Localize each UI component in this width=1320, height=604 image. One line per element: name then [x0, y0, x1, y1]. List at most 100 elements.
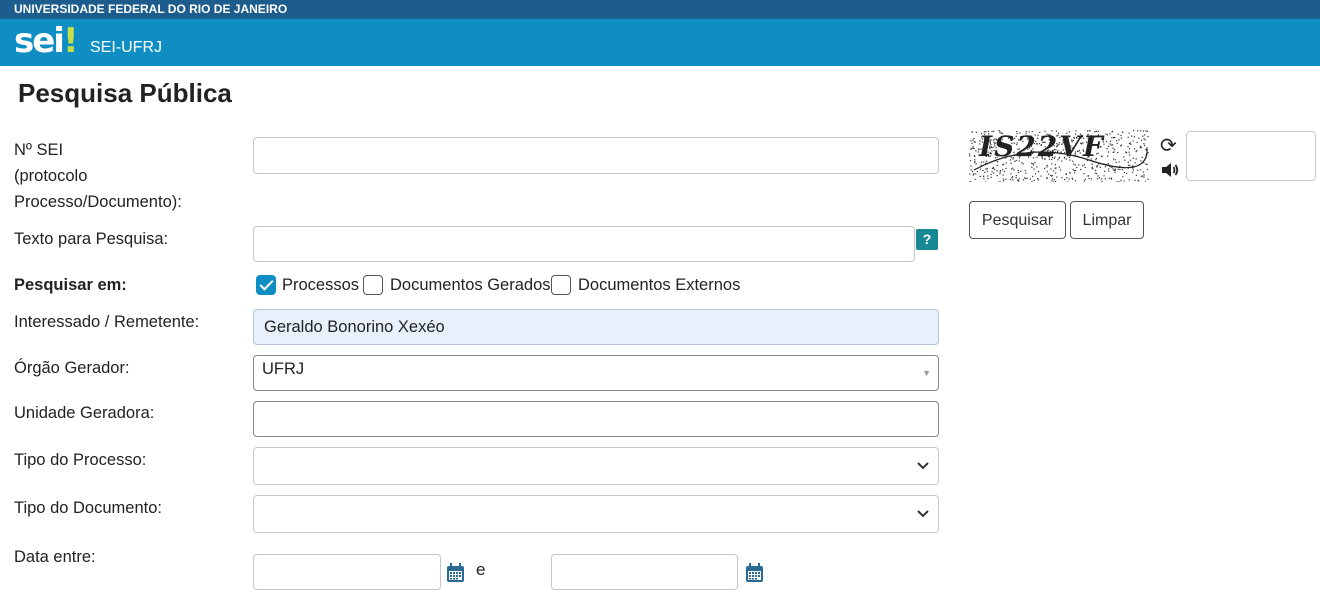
captcha-noise-dot [1146, 130, 1148, 132]
captcha-noise-dot [1129, 159, 1132, 161]
captcha-noise-dot [972, 147, 974, 149]
captcha-noise-dot [1087, 175, 1089, 177]
captcha-noise-dot [1040, 175, 1042, 177]
nsei-input[interactable] [253, 137, 939, 174]
captcha-noise-dot [1137, 179, 1139, 181]
captcha-noise-dot [1134, 162, 1136, 164]
captcha-input[interactable] [1186, 131, 1316, 181]
captcha-noise-dot [1112, 147, 1114, 149]
checkbox-documentos-gerados-label[interactable]: Documentos Gerados [390, 275, 551, 295]
captcha-noise-dot [999, 171, 1001, 173]
captcha-noise-dot [1053, 179, 1055, 181]
help-icon[interactable]: ? [916, 229, 938, 250]
captcha-noise-dot [1073, 163, 1075, 165]
captcha-noise-dot [1127, 161, 1129, 163]
checkbox-documentos-gerados[interactable] [363, 275, 383, 295]
captcha-noise-dot [979, 168, 982, 170]
captcha-noise-dot [1147, 178, 1149, 180]
captcha-noise-dot [1069, 171, 1071, 174]
captcha-noise-dot [1051, 175, 1054, 177]
captcha-noise-dot [1033, 179, 1035, 181]
captcha-noise-dot [987, 175, 989, 177]
tipo-processo-select[interactable] [253, 447, 939, 485]
tipo-documento-label: Tipo do Documento: [14, 499, 162, 517]
date-connector: e [476, 560, 486, 579]
captcha-noise-dot [1105, 133, 1107, 135]
captcha-noise-dot [1144, 181, 1147, 182]
captcha-noise-dot [1012, 179, 1014, 181]
captcha-noise-dot [1123, 180, 1125, 182]
tipo-documento-select[interactable] [253, 495, 939, 533]
captcha-noise-dot [1083, 180, 1085, 182]
captcha-noise-dot [1126, 152, 1128, 154]
captcha-noise-dot [1067, 181, 1069, 182]
captcha-noise-dot [1011, 177, 1013, 179]
data-inicio-input[interactable] [253, 554, 441, 590]
captcha-noise-dot [1121, 169, 1123, 171]
captcha-noise-dot [1074, 164, 1076, 166]
calendar-icon[interactable] [745, 563, 764, 583]
captcha-noise-dot [1037, 178, 1039, 180]
captcha-noise-dot [1015, 177, 1017, 179]
checkbox-documentos-externos-label[interactable]: Documentos Externos [578, 275, 740, 295]
captcha-noise-dot [1082, 165, 1084, 167]
captcha-noise-dot [1103, 175, 1105, 177]
captcha-noise-dot [1145, 130, 1147, 132]
captcha-noise-dot [1018, 171, 1020, 174]
orgao-select[interactable]: UFRJ ▼ [253, 355, 939, 391]
calendar-icon[interactable] [446, 563, 465, 583]
captcha-noise-dot [999, 170, 1001, 172]
sei-logo[interactable]: sei! [14, 21, 78, 61]
captcha-noise-dot [1074, 180, 1077, 182]
captcha-noise-dot [1048, 173, 1050, 175]
captcha-noise-dot [1031, 180, 1033, 182]
interessado-input[interactable]: Geraldo Bonorino Xexéo [253, 309, 939, 345]
search-button[interactable]: Pesquisar [969, 201, 1066, 239]
chevron-down-icon [917, 462, 929, 470]
data-fim-input[interactable] [551, 554, 738, 590]
institution-name: UNIVERSIDADE FEDERAL DO RIO DE JANEIRO [14, 2, 288, 16]
captcha-noise-dot [1117, 168, 1119, 170]
captcha-noise-dot [1046, 166, 1048, 168]
captcha-noise-dot [1116, 142, 1118, 144]
captcha-noise-dot [991, 171, 993, 173]
interessado-input-value: Geraldo Bonorino Xexéo [264, 318, 445, 336]
captcha-noise-dot [1120, 179, 1122, 181]
captcha-noise-dot [1055, 172, 1057, 174]
checkbox-processos[interactable] [256, 275, 276, 295]
captcha-noise-dot [985, 181, 987, 182]
captcha-noise-dot [1130, 143, 1132, 145]
speaker-icon[interactable] [1160, 160, 1180, 180]
tipo-processo-label: Tipo do Processo: [14, 451, 147, 469]
captcha-noise-dot [1132, 169, 1134, 171]
clear-button[interactable]: Limpar [1070, 201, 1144, 239]
refresh-icon[interactable]: ⟳ [1160, 133, 1177, 158]
nsei-label-line3: Processo/Documento): [14, 193, 182, 211]
captcha-noise-dot [987, 177, 989, 180]
captcha-noise-dot [1127, 136, 1129, 138]
captcha-noise-dot [1017, 169, 1019, 172]
captcha-noise-dot [1127, 146, 1129, 148]
captcha-noise-dot [972, 170, 974, 173]
captcha-noise-dot [969, 155, 971, 157]
captcha-noise-dot [1129, 164, 1131, 167]
captcha-noise-dot [975, 150, 977, 152]
checkbox-processos-label[interactable]: Processos [282, 275, 359, 295]
captcha-noise-dot [1141, 156, 1143, 158]
unidade-input[interactable] [253, 401, 939, 437]
captcha-noise-dot [1010, 168, 1013, 170]
checkbox-documentos-externos[interactable] [551, 275, 571, 295]
captcha-noise-dot [1115, 161, 1117, 164]
captcha-noise-dot [1090, 178, 1092, 180]
captcha-noise-dot [1096, 166, 1098, 168]
captcha-noise-dot [1051, 180, 1053, 182]
captcha-noise-dot [1084, 166, 1086, 168]
captcha-noise-dot [1096, 178, 1098, 180]
captcha-noise-dot [1075, 169, 1077, 172]
texto-input[interactable] [253, 226, 915, 262]
captcha-noise-dot [1117, 133, 1119, 135]
captcha-noise-dot [1114, 149, 1116, 151]
captcha-noise-dot [1083, 164, 1085, 166]
captcha-noise-dot [1010, 173, 1012, 175]
captcha-noise-dot [1055, 167, 1057, 169]
